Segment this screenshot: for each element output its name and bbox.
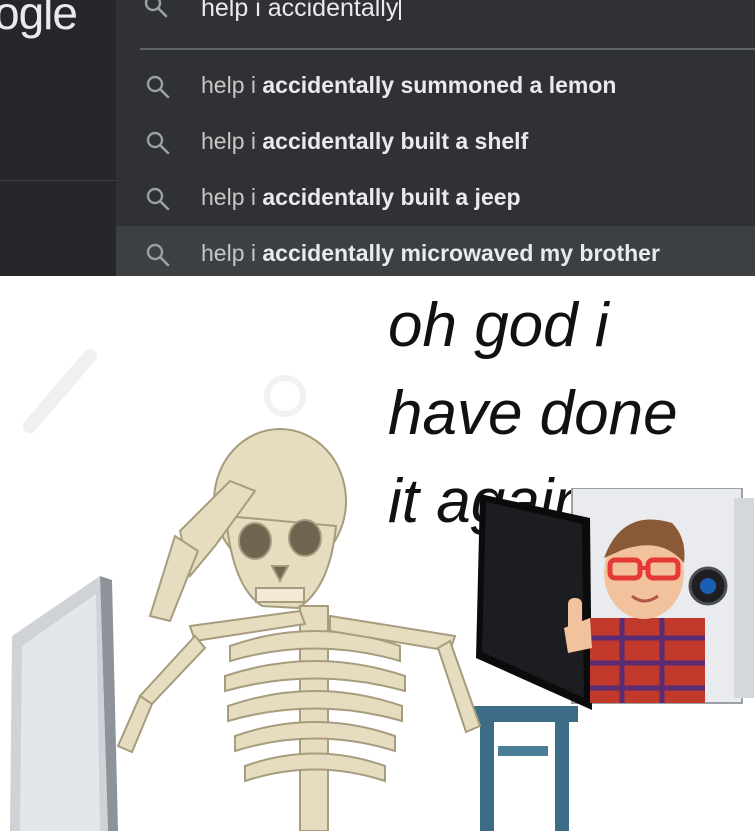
suggestion-item[interactable]: help i accidentally built a shelf [116, 114, 755, 170]
search-icon [144, 0, 168, 18]
suggestion-text: help i accidentally built a jeep [201, 184, 521, 211]
suggestion-item[interactable]: help i accidentally summoned a lemon [116, 58, 755, 114]
suggestion-text: help i accidentally summoned a lemon [201, 72, 616, 99]
suggestion-completion: accidentally built a shelf [262, 128, 529, 154]
text-caret [399, 0, 402, 20]
search-query-value: help i accidentally [201, 0, 399, 22]
left-rail-divider [0, 180, 116, 181]
suggestion-text: help i accidentally built a shelf [201, 128, 528, 155]
suggestion-prefix: help i [201, 128, 263, 154]
search-header: ogle help i accidentally help i accident… [0, 0, 755, 276]
suggestion-prefix: help i [201, 184, 263, 210]
suggestion-item[interactable]: help i accidentally built a jeep [116, 170, 755, 226]
google-logo[interactable]: ogle [0, 0, 78, 40]
meme-image-area: oh god i have done it again [0, 276, 755, 831]
watermark-circle [264, 375, 306, 417]
laptop [10, 576, 118, 831]
search-icon [146, 75, 170, 99]
search-query-text[interactable]: help i accidentally [201, 0, 402, 23]
suggestion-completion: accidentally built a jeep [262, 184, 521, 210]
suggestion-completion: accidentally microwaved my brother [262, 240, 660, 266]
search-input[interactable]: help i accidentally [116, 0, 755, 48]
search-icon [146, 187, 170, 211]
suggestion-list: help i accidentally summoned a lemon hel… [116, 58, 755, 276]
suggestion-prefix: help i [201, 72, 263, 98]
watermark-mark [23, 349, 97, 433]
search-icon [146, 131, 170, 155]
suggestion-prefix: help i [201, 240, 263, 266]
suggestion-completion: accidentally summoned a lemon [262, 72, 617, 98]
suggestion-item-highlighted[interactable]: help i accidentally microwaved my brothe… [116, 226, 755, 276]
search-icon [146, 243, 170, 267]
search-autocomplete-panel: help i accidentally help i accidentally … [116, 0, 755, 276]
kid-in-microwave-photo [476, 488, 754, 710]
left-rail: ogle [0, 0, 116, 276]
microwave-panel [734, 498, 754, 698]
thumbs-up-icon [568, 598, 582, 632]
suggestion-text: help i accidentally microwaved my brothe… [201, 240, 660, 267]
search-divider [140, 48, 755, 50]
chair [468, 706, 578, 831]
